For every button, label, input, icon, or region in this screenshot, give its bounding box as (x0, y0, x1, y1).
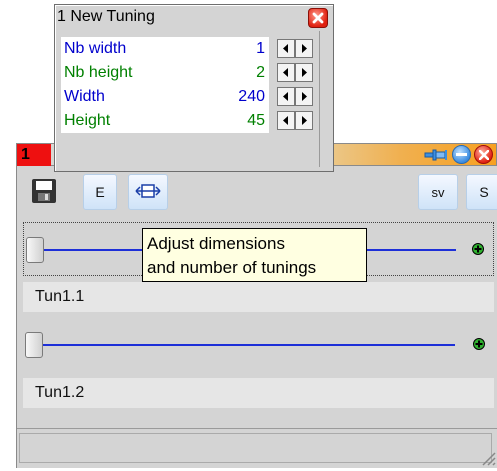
title-buttons (423, 145, 493, 164)
decrement-button[interactable] (277, 111, 295, 130)
decrement-button[interactable] (277, 63, 295, 82)
close-icon[interactable] (308, 8, 328, 28)
increment-button[interactable] (295, 87, 313, 106)
nb-height-label: Nb height (61, 61, 197, 85)
height-field[interactable]: 45 (197, 109, 269, 133)
status-field (19, 433, 492, 463)
new-tuning-panel: 1 New Tuning Nb width 1 Nb height 2 Widt… (54, 4, 334, 172)
s-button[interactable]: S (466, 174, 497, 210)
decrement-button[interactable] (277, 87, 295, 106)
left-arrow-icon (283, 44, 288, 53)
tooltip-line: and number of tunings (147, 258, 317, 277)
slider-track[interactable] (35, 344, 455, 346)
slider-thumb[interactable] (26, 237, 44, 263)
save-button[interactable] (27, 174, 61, 210)
sv-button[interactable]: sv (418, 174, 458, 210)
save-icon (31, 178, 57, 207)
window-number: 1 (17, 144, 51, 166)
resize-icon (135, 183, 161, 202)
left-arrow-icon (283, 92, 288, 101)
left-arrow-icon (283, 68, 288, 77)
right-arrow-icon (302, 116, 307, 125)
right-arrow-icon (302, 92, 307, 101)
panel-title: 1 New Tuning (57, 8, 155, 25)
height-label: Height (61, 109, 197, 133)
tooltip-line: Adjust dimensions (147, 234, 285, 253)
tuning-name[interactable]: Tun1.1 (23, 282, 494, 312)
right-arrow-icon (302, 68, 307, 77)
close-icon[interactable] (474, 145, 493, 164)
pin-icon[interactable] (423, 146, 449, 164)
increment-button[interactable] (295, 63, 313, 82)
tuning-name[interactable]: Tun1.2 (23, 378, 494, 408)
left-arrow-icon (283, 116, 288, 125)
nb-height-field[interactable]: 2 (197, 61, 269, 85)
window-body: E sv S Tun1.1 Tun1.2 (16, 166, 497, 468)
width-label: Width (61, 85, 197, 109)
resize-grip-icon[interactable] (478, 448, 496, 466)
edit-button[interactable]: E (83, 174, 117, 210)
tuning-window: 1 E sv S Tun1.1 Tun1.2 (4, 128, 497, 468)
increment-button[interactable] (295, 39, 313, 58)
decrement-button[interactable] (277, 39, 295, 58)
slider-thumb[interactable] (25, 332, 43, 358)
panel-divider (319, 31, 320, 167)
tuning-slider-row (23, 318, 494, 372)
nb-width-field[interactable]: 1 (197, 37, 269, 61)
increment-button[interactable] (295, 111, 313, 130)
right-arrow-icon (302, 44, 307, 53)
add-icon[interactable] (472, 337, 486, 351)
adjust-dimensions-button[interactable] (128, 174, 168, 210)
width-field[interactable]: 240 (197, 85, 269, 109)
status-bar (17, 428, 497, 468)
nb-width-label: Nb width (61, 37, 197, 61)
add-icon[interactable] (471, 242, 485, 256)
toolbar: E sv S (17, 174, 497, 212)
minimize-icon[interactable] (452, 145, 471, 164)
tooltip: Adjust dimensions and number of tunings (142, 228, 367, 282)
